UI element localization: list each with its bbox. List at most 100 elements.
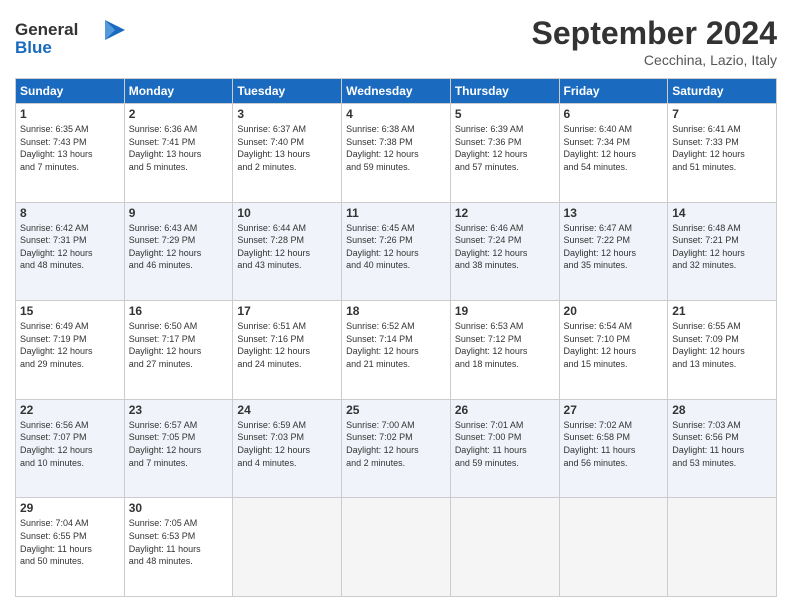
table-row: 18Sunrise: 6:52 AM Sunset: 7:14 PM Dayli…	[342, 301, 451, 400]
day-number: 5	[455, 107, 555, 121]
day-info: Sunrise: 6:53 AM Sunset: 7:12 PM Dayligh…	[455, 320, 555, 370]
day-number: 14	[672, 206, 772, 220]
day-number: 9	[129, 206, 229, 220]
day-info: Sunrise: 6:49 AM Sunset: 7:19 PM Dayligh…	[20, 320, 120, 370]
day-info: Sunrise: 7:01 AM Sunset: 7:00 PM Dayligh…	[455, 419, 555, 469]
table-row: 20 Sunrise: 6:54 AM Sunset: 7:10 PM Dayli…	[559, 301, 668, 400]
calendar-week-row: 29 Sunrise: 7:04 AM Sunset: 6:55 PM Dayli…	[16, 498, 777, 597]
day-info: Sunrise: 6:39 AM Sunset: 7:36 PM Dayligh…	[455, 123, 555, 173]
day-number: 24	[237, 403, 337, 417]
day-info: Sunrise: 6:50 AM Sunset: 7:17 PM Dayligh…	[129, 320, 229, 370]
table-row	[668, 498, 777, 597]
header-thursday: Thursday	[450, 79, 559, 104]
day-info: Sunrise: 6:35 AM Sunset: 7:43 PM Dayligh…	[20, 123, 120, 173]
table-row	[559, 498, 668, 597]
day-number: 10	[237, 206, 337, 220]
day-number: 20	[564, 304, 664, 318]
day-number: 29	[20, 501, 120, 515]
day-number: 18	[346, 304, 446, 318]
table-row: 19 Sunrise: 6:53 AM Sunset: 7:12 PM Dayli…	[450, 301, 559, 400]
table-row: 10 Sunrise: 6:44 AM Sunset: 7:28 PM Dayli…	[233, 202, 342, 301]
table-row: 13Sunrise: 6:47 AM Sunset: 7:22 PM Dayli…	[559, 202, 668, 301]
calendar-week-row: 15 Sunrise: 6:49 AM Sunset: 7:19 PM Dayli…	[16, 301, 777, 400]
table-row: 26 Sunrise: 7:01 AM Sunset: 7:00 PM Dayli…	[450, 399, 559, 498]
day-info: Sunrise: 6:44 AM Sunset: 7:28 PM Dayligh…	[237, 222, 337, 272]
day-number: 30	[129, 501, 229, 515]
table-row: 16 Sunrise: 6:50 AM Sunset: 7:17 PM Dayli…	[124, 301, 233, 400]
table-row: 1 Sunrise: 6:35 AM Sunset: 7:43 PM Daylig…	[16, 104, 125, 203]
day-number: 8	[20, 206, 120, 220]
table-row: 12 Sunrise: 6:46 AM Sunset: 7:24 PM Dayli…	[450, 202, 559, 301]
table-row: 25 Sunrise: 7:00 AM Sunset: 7:02 PM Dayli…	[342, 399, 451, 498]
day-number: 11	[346, 206, 446, 220]
table-row: 2Sunrise: 6:36 AM Sunset: 7:41 PM Daylig…	[124, 104, 233, 203]
day-number: 25	[346, 403, 446, 417]
svg-text:General: General	[15, 20, 78, 39]
day-number: 6	[564, 107, 664, 121]
table-row: 7Sunrise: 6:41 AM Sunset: 7:33 PM Daylig…	[668, 104, 777, 203]
day-info: Sunrise: 6:46 AM Sunset: 7:24 PM Dayligh…	[455, 222, 555, 272]
table-row: 28 Sunrise: 7:03 AM Sunset: 6:56 PM Dayli…	[668, 399, 777, 498]
day-info: Sunrise: 6:59 AM Sunset: 7:03 PM Dayligh…	[237, 419, 337, 469]
day-number: 2	[129, 107, 229, 121]
table-row: 22 Sunrise: 6:56 AM Sunset: 7:07 PM Dayli…	[16, 399, 125, 498]
day-info: Sunrise: 6:48 AM Sunset: 7:21 PM Dayligh…	[672, 222, 772, 272]
logo: General Blue	[15, 15, 125, 65]
day-info: Sunrise: 7:03 AM Sunset: 6:56 PM Dayligh…	[672, 419, 772, 469]
table-row: 5 Sunrise: 6:39 AM Sunset: 7:36 PM Daylig…	[450, 104, 559, 203]
day-number: 26	[455, 403, 555, 417]
day-info: Sunrise: 6:42 AM Sunset: 7:31 PM Dayligh…	[20, 222, 120, 272]
header: General Blue September 2024 Cecchina, La…	[15, 15, 777, 68]
day-number: 15	[20, 304, 120, 318]
day-number: 21	[672, 304, 772, 318]
day-number: 27	[564, 403, 664, 417]
header-saturday: Saturday	[668, 79, 777, 104]
day-info: Sunrise: 6:55 AM Sunset: 7:09 PM Dayligh…	[672, 320, 772, 370]
day-number: 3	[237, 107, 337, 121]
table-row: 23Sunrise: 6:57 AM Sunset: 7:05 PM Dayli…	[124, 399, 233, 498]
table-row: 27Sunrise: 7:02 AM Sunset: 6:58 PM Dayli…	[559, 399, 668, 498]
location: Cecchina, Lazio, Italy	[532, 52, 777, 68]
calendar-week-row: 22 Sunrise: 6:56 AM Sunset: 7:07 PM Dayli…	[16, 399, 777, 498]
day-number: 17	[237, 304, 337, 318]
day-number: 12	[455, 206, 555, 220]
header-monday: Monday	[124, 79, 233, 104]
table-row	[342, 498, 451, 597]
day-info: Sunrise: 7:04 AM Sunset: 6:55 PM Dayligh…	[20, 517, 120, 567]
table-row: 3 Sunrise: 6:37 AM Sunset: 7:40 PM Daylig…	[233, 104, 342, 203]
day-info: Sunrise: 6:54 AM Sunset: 7:10 PM Dayligh…	[564, 320, 664, 370]
day-info: Sunrise: 6:43 AM Sunset: 7:29 PM Dayligh…	[129, 222, 229, 272]
svg-text:Blue: Blue	[15, 38, 52, 57]
day-number: 4	[346, 107, 446, 121]
calendar-header-row: Sunday Monday Tuesday Wednesday Thursday…	[16, 79, 777, 104]
table-row: 29 Sunrise: 7:04 AM Sunset: 6:55 PM Dayli…	[16, 498, 125, 597]
day-number: 13	[564, 206, 664, 220]
day-number: 19	[455, 304, 555, 318]
table-row: 9 Sunrise: 6:43 AM Sunset: 7:29 PM Daylig…	[124, 202, 233, 301]
table-row	[450, 498, 559, 597]
day-info: Sunrise: 6:37 AM Sunset: 7:40 PM Dayligh…	[237, 123, 337, 173]
day-number: 23	[129, 403, 229, 417]
day-info: Sunrise: 7:00 AM Sunset: 7:02 PM Dayligh…	[346, 419, 446, 469]
day-info: Sunrise: 6:38 AM Sunset: 7:38 PM Dayligh…	[346, 123, 446, 173]
day-number: 1	[20, 107, 120, 121]
day-info: Sunrise: 6:45 AM Sunset: 7:26 PM Dayligh…	[346, 222, 446, 272]
calendar-week-row: 1 Sunrise: 6:35 AM Sunset: 7:43 PM Daylig…	[16, 104, 777, 203]
day-info: Sunrise: 6:56 AM Sunset: 7:07 PM Dayligh…	[20, 419, 120, 469]
header-friday: Friday	[559, 79, 668, 104]
day-number: 22	[20, 403, 120, 417]
table-row: 6Sunrise: 6:40 AM Sunset: 7:34 PM Daylig…	[559, 104, 668, 203]
month-title: September 2024	[532, 15, 777, 52]
day-info: Sunrise: 6:41 AM Sunset: 7:33 PM Dayligh…	[672, 123, 772, 173]
header-sunday: Sunday	[16, 79, 125, 104]
table-row: 17 Sunrise: 6:51 AM Sunset: 7:16 PM Dayli…	[233, 301, 342, 400]
table-row	[233, 498, 342, 597]
table-row: 15 Sunrise: 6:49 AM Sunset: 7:19 PM Dayli…	[16, 301, 125, 400]
day-info: Sunrise: 7:05 AM Sunset: 6:53 PM Dayligh…	[129, 517, 229, 567]
day-number: 16	[129, 304, 229, 318]
day-number: 28	[672, 403, 772, 417]
title-area: September 2024 Cecchina, Lazio, Italy	[532, 15, 777, 68]
logo-text: General Blue	[15, 15, 125, 65]
table-row: 14 Sunrise: 6:48 AM Sunset: 7:21 PM Dayli…	[668, 202, 777, 301]
day-info: Sunrise: 6:51 AM Sunset: 7:16 PM Dayligh…	[237, 320, 337, 370]
